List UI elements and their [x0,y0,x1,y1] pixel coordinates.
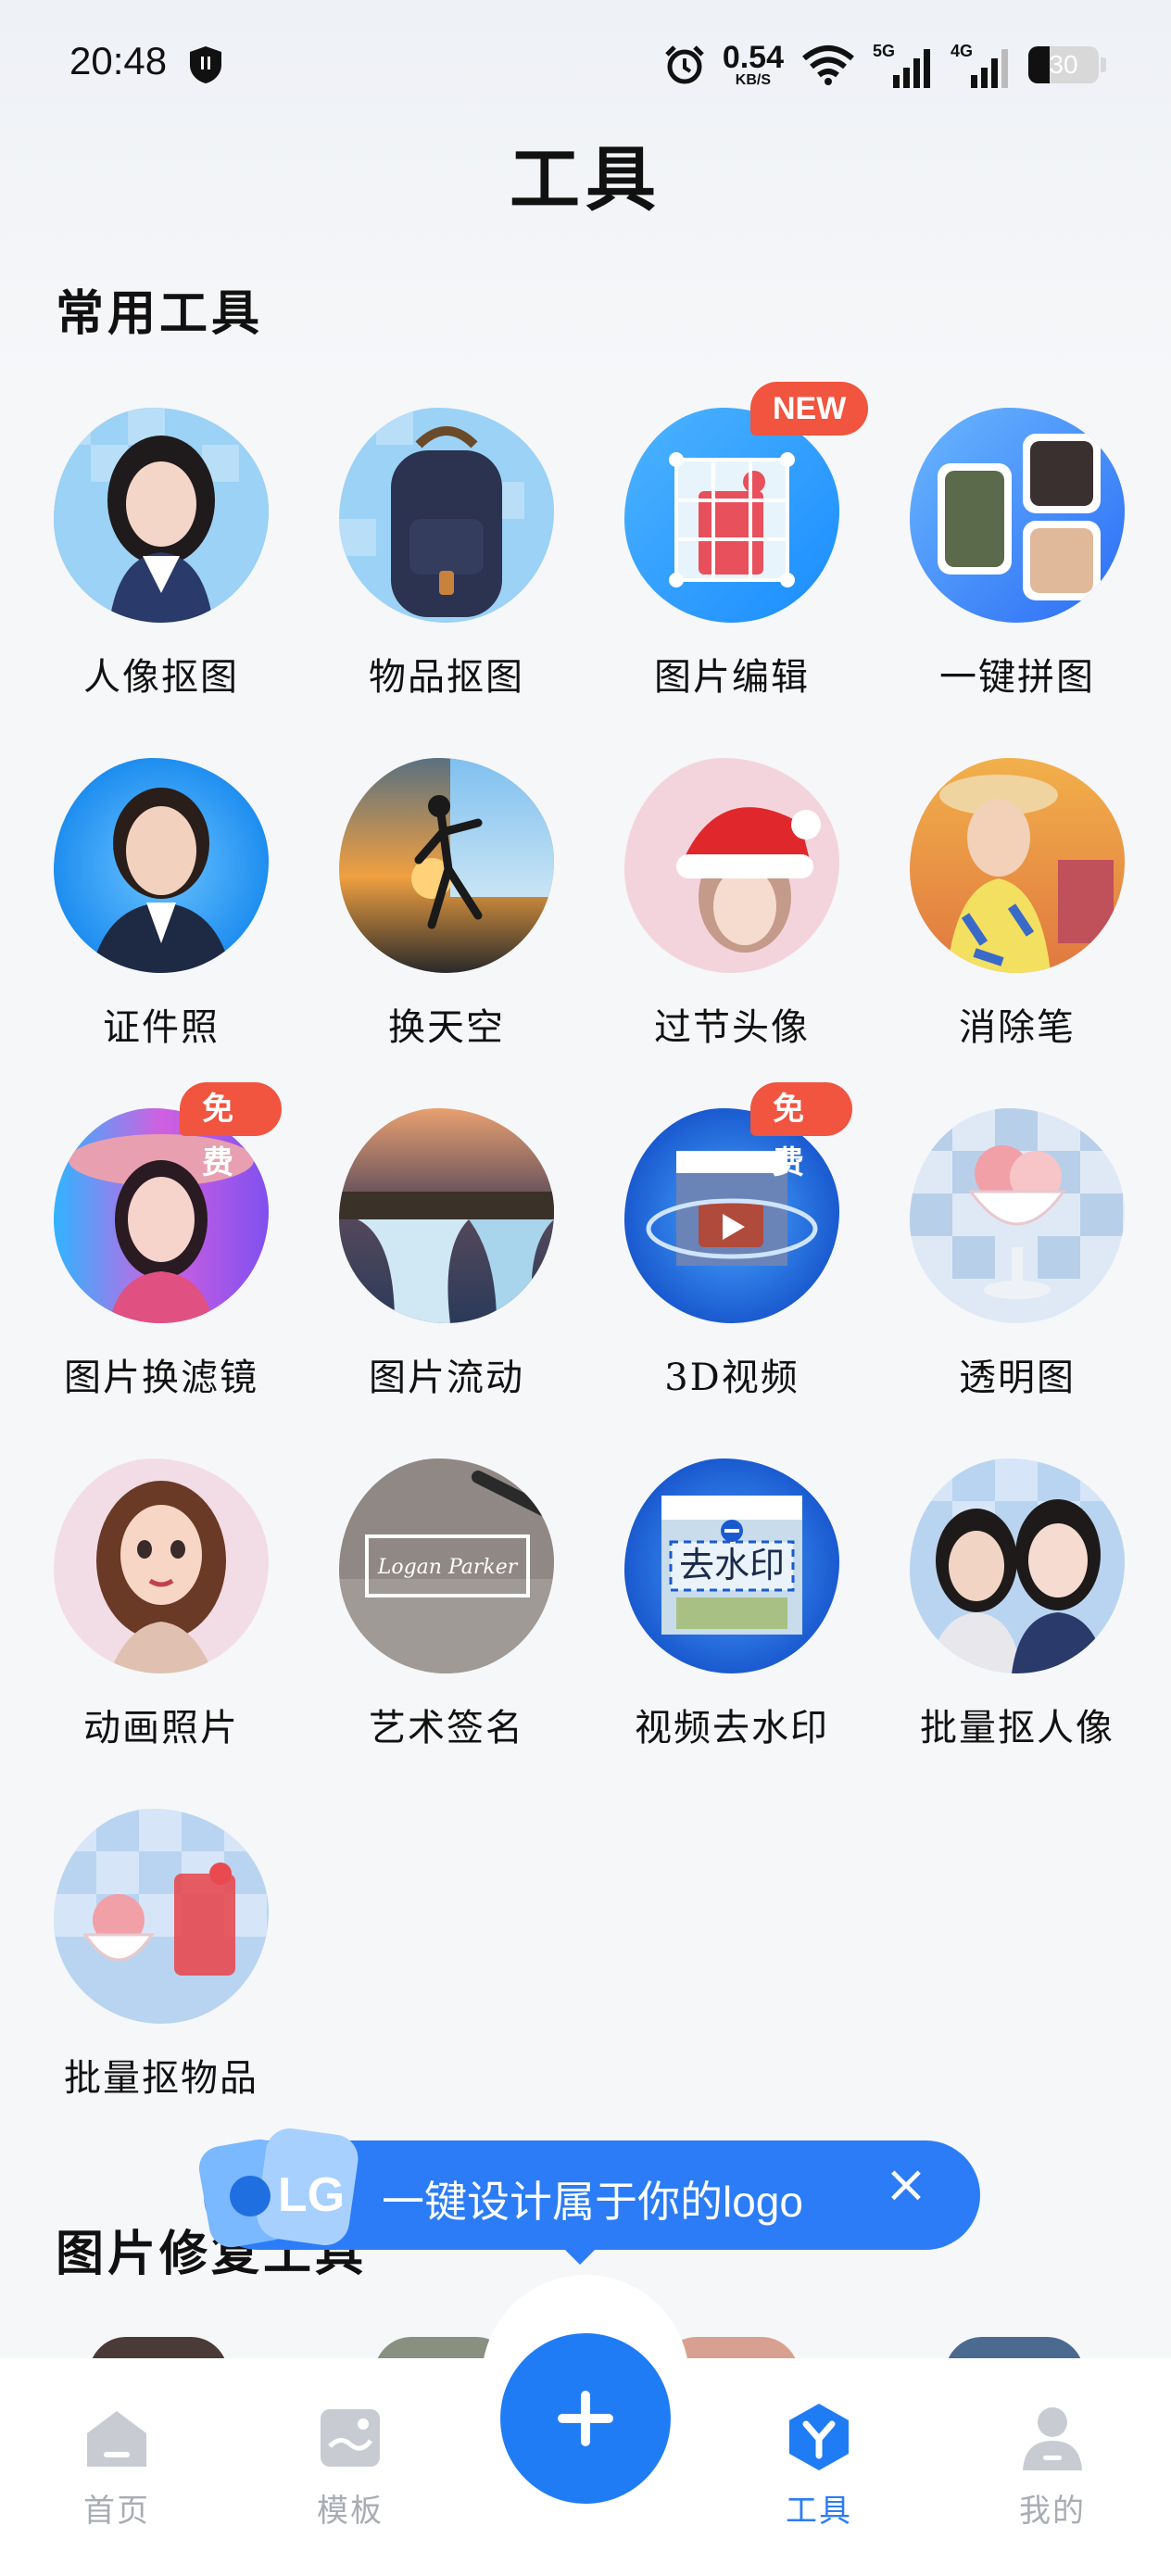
nav-item-tools[interactable]: 工具 [745,2400,893,2531]
tool-label: 图片换滤镜 [64,1357,258,1399]
network-speed-value: 0.54 [722,40,784,75]
tool-image-edit[interactable]: NEW 图片编辑 [574,382,869,741]
tool-portrait-cutout[interactable]: 人像抠图 [4,408,282,741]
nav-label: 工具 [786,2493,852,2530]
battery-icon: 30 [1028,46,1099,83]
tool-label: 图片编辑 [654,656,810,699]
id-photo-icon [54,758,269,973]
tool-transparent-image[interactable]: 透明图 [860,1108,1138,1442]
tool-batch-object-cutout[interactable]: 批量抠物品 [4,1809,282,2142]
tool-label: 视频去水印 [635,1707,829,1749]
tool-3d-video[interactable]: 免费 3D视频 [574,1082,852,1442]
batch-object-cutout-icon [54,1809,269,2024]
watermark-text: 去水印 [679,1545,785,1585]
tool-label: 透明图 [959,1357,1076,1399]
portrait-cutout-icon [54,408,269,623]
logo-letters: LG [278,2168,345,2222]
tool-image-flow[interactable]: 图片流动 [289,1108,567,1442]
profile-icon [1023,2407,1082,2470]
tool-label: 一键拼图 [939,656,1095,699]
nav-label: 模板 [317,2493,384,2530]
tool-label: 批量抠物品 [64,2057,258,2100]
shield-icon [190,46,221,83]
add-button[interactable] [500,2333,671,2504]
tool-id-photo[interactable]: 证件照 [4,758,282,1092]
object-cutout-icon [339,408,554,623]
nav-item-profile[interactable]: 我的 [978,2400,1127,2531]
badge-free: 免费 [180,1082,282,1181]
tool-video-watermark-remove[interactable]: 去水印 视频去水印 [574,1458,852,1792]
tool-holiday-avatar[interactable]: 过节头像 [574,758,852,1092]
transparent-image-icon [910,1108,1125,1323]
tool-eraser-pen[interactable]: 消除笔 [860,758,1138,1092]
template-icon [321,2409,380,2467]
tool-label: 动画照片 [83,1707,239,1749]
close-icon[interactable]: × [880,2159,932,2211]
art-signature-icon: Logan Parker [339,1458,554,1673]
nav-label: 我的 [1019,2493,1086,2530]
tool-animated-photo[interactable]: 动画照片 [4,1458,282,1792]
tool-batch-portrait-cutout[interactable]: 批量抠人像 [860,1458,1138,1792]
signal-bars-icon [971,49,1008,88]
collage-icon [910,408,1125,623]
eraser-pen-icon [910,758,1125,973]
signal-bars-icon [893,49,930,88]
promo-banner-pointer [556,2241,604,2265]
page-title: 工具 [510,138,661,221]
tool-label: 物品抠图 [369,656,524,699]
wifi-icon [802,45,854,85]
tool-label: 消除笔 [959,1006,1076,1049]
tool-label: 过节头像 [654,1006,810,1049]
tool-filter[interactable]: 免费 图片换滤镜 [4,1082,282,1442]
batch-portrait-cutout-icon [910,1458,1125,1673]
tool-label: 证件照 [103,1006,220,1049]
image-edit-icon [624,408,839,623]
holiday-avatar-icon [624,758,839,973]
signal-4g: 4G [951,42,1012,88]
section-title-common-tools: 常用工具 [56,285,264,342]
network-speed: 0.54 KB/S [723,42,784,88]
nav-item-home[interactable]: 首页 [43,2400,191,2531]
sky-replace-icon [339,758,554,973]
tool-label: 图片流动 [369,1357,524,1399]
nav-label: 首页 [83,2493,150,2530]
status-time: 20:48 [69,39,168,82]
tool-label: 艺术签名 [369,1707,524,1749]
battery-level: 30 [1049,50,1078,79]
tools-icon [789,2404,849,2470]
tool-label: 3D视频 [664,1357,800,1399]
video-watermark-remove-icon: 去水印 [624,1458,839,1673]
3d-video-icon [624,1108,839,1323]
tool-art-signature[interactable]: Logan Parker 艺术签名 [289,1458,567,1792]
status-bar: 20:48 0.54 KB/S 5G 4G 30 [0,0,1171,130]
tool-sky-replace[interactable]: 换天空 [289,758,567,1092]
tool-label: 人像抠图 [83,656,239,699]
tool-collage[interactable]: 一键拼图 [860,408,1138,741]
promo-banner-text: 一键设计属于你的logo [382,2178,803,2226]
badge-free: 免费 [750,1082,852,1181]
badge-new: NEW [750,382,869,436]
network-speed-unit: KB/S [735,72,772,88]
tool-label: 换天空 [388,1006,505,1049]
signature-text: Logan Parker [377,1556,519,1579]
filter-icon [54,1108,269,1323]
status-icons: 0.54 KB/S 5G 4G 30 [663,37,1106,93]
alarm-icon [665,45,704,84]
signal-5g: 5G [873,42,934,88]
tool-label: 批量抠人像 [920,1707,1114,1749]
home-icon [87,2411,146,2467]
animated-photo-icon [54,1458,269,1673]
nav-item-templates[interactable]: 模板 [276,2400,424,2531]
tool-object-cutout[interactable]: 物品抠图 [289,408,567,741]
image-flow-icon [339,1108,554,1323]
logo-design-icon: LG [198,2128,359,2248]
